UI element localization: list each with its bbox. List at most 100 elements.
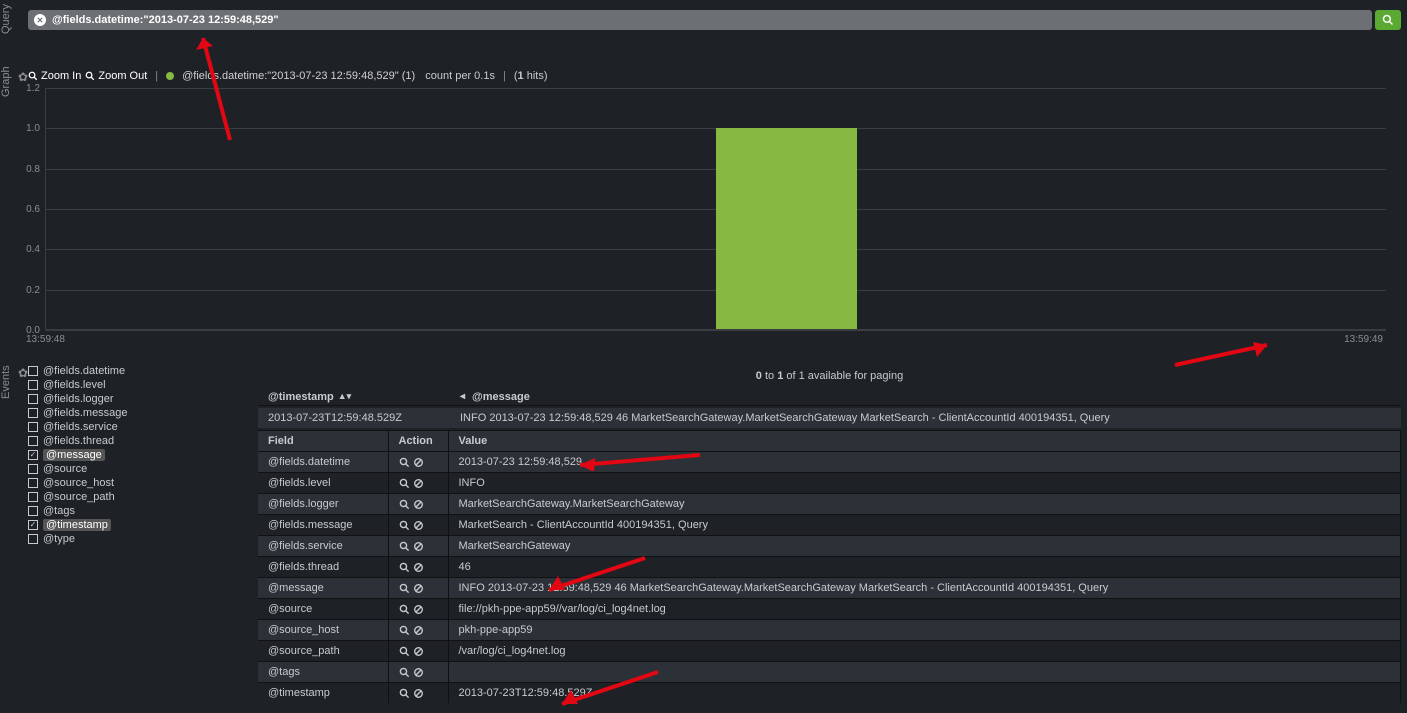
filter-out-icon[interactable] xyxy=(413,688,424,699)
filter-in-icon[interactable] xyxy=(399,499,410,510)
section-label-query[interactable]: Query xyxy=(0,6,14,34)
detail-value xyxy=(448,662,1401,683)
filter-in-icon[interactable] xyxy=(399,541,410,552)
filter-out-icon[interactable] xyxy=(413,562,424,573)
field-item[interactable]: ✓@timestamp xyxy=(28,518,253,532)
hits-label: (1 hits) xyxy=(514,70,548,82)
zoom-in-button[interactable]: Zoom In xyxy=(28,70,81,82)
checkbox-checked-icon[interactable]: ✓ xyxy=(28,450,38,460)
zoom-out-button[interactable]: Zoom Out xyxy=(85,70,147,82)
clear-query-icon[interactable]: ✕ xyxy=(34,14,46,26)
detail-row: @fields.datetime2013-07-23 12:59:48,529 xyxy=(258,452,1401,473)
field-name: @type xyxy=(43,533,75,545)
filter-out-icon[interactable] xyxy=(413,646,424,657)
filter-out-icon[interactable] xyxy=(413,520,424,531)
detail-row: @fields.messageMarketSearch - ClientAcco… xyxy=(258,515,1401,536)
filter-out-icon[interactable] xyxy=(413,541,424,552)
detail-field: @source xyxy=(258,599,388,620)
filter-in-icon[interactable] xyxy=(399,583,410,594)
filter-out-icon[interactable] xyxy=(413,625,424,636)
field-item[interactable]: @tags xyxy=(28,504,253,518)
field-name: @fields.datetime xyxy=(43,365,125,377)
events-histogram-chart[interactable]: 0.00.20.40.60.81.01.213:59:4813:59:49 xyxy=(18,85,1403,345)
detail-value: 2013-07-23T12:59:48.529Z xyxy=(448,683,1401,704)
detail-actions xyxy=(388,599,448,620)
filter-in-icon[interactable] xyxy=(399,478,410,489)
detail-row: @source_path/var/log/ci_log4net.log xyxy=(258,641,1401,662)
section-label-graph[interactable]: Graph xyxy=(0,66,14,98)
field-item[interactable]: ✓@message xyxy=(28,448,253,462)
detail-field: @source_path xyxy=(258,641,388,662)
filter-out-icon[interactable] xyxy=(413,604,424,615)
y-tick: 0.2 xyxy=(18,285,40,296)
detail-field: @fields.datetime xyxy=(258,452,388,473)
checkbox-icon[interactable] xyxy=(28,366,38,376)
field-item[interactable]: @type xyxy=(28,532,253,546)
filter-in-icon[interactable] xyxy=(399,646,410,657)
field-name: @source_host xyxy=(43,477,114,489)
event-row[interactable]: 2013-07-23T12:59:48.529Z INFO 2013-07-23… xyxy=(258,408,1401,428)
field-item[interactable]: @fields.service xyxy=(28,420,253,434)
checkbox-icon[interactable] xyxy=(28,534,38,544)
field-name: @fields.service xyxy=(43,421,118,433)
detail-field: @fields.message xyxy=(258,515,388,536)
field-item[interactable]: @fields.logger xyxy=(28,392,253,406)
detail-value: MarketSearchGateway.MarketSearchGateway xyxy=(448,494,1401,515)
detail-value: /var/log/ci_log4net.log xyxy=(448,641,1401,662)
filter-in-icon[interactable] xyxy=(399,604,410,615)
search-button[interactable] xyxy=(1375,10,1401,30)
detail-actions xyxy=(388,536,448,557)
section-label-events[interactable]: Events xyxy=(0,364,14,400)
detail-value: pkh-ppe-app59 xyxy=(448,620,1401,641)
field-item[interactable]: @fields.datetime xyxy=(28,364,253,378)
field-item[interactable]: @fields.thread xyxy=(28,434,253,448)
filter-out-icon[interactable] xyxy=(413,478,424,489)
detail-header-value: Value xyxy=(448,431,1401,452)
filter-in-icon[interactable] xyxy=(399,457,410,468)
checkbox-icon[interactable] xyxy=(28,492,38,502)
filter-in-icon[interactable] xyxy=(399,520,410,531)
filter-out-icon[interactable] xyxy=(413,583,424,594)
column-timestamp[interactable]: @timestamp ▲▾ xyxy=(258,388,450,405)
checkbox-checked-icon[interactable]: ✓ xyxy=(28,520,38,530)
events-gear-icon[interactable]: ✿ xyxy=(18,366,28,380)
checkbox-icon[interactable] xyxy=(28,506,38,516)
detail-actions xyxy=(388,662,448,683)
x-tick: 13:59:48 xyxy=(26,334,65,345)
filter-out-icon[interactable] xyxy=(413,499,424,510)
paging-status: 0 to 1 of 1 available for paging xyxy=(258,366,1401,386)
filter-in-icon[interactable] xyxy=(399,562,410,573)
field-name: @fields.level xyxy=(43,379,106,391)
field-name: @tags xyxy=(43,505,75,517)
checkbox-icon[interactable] xyxy=(28,464,38,474)
checkbox-icon[interactable] xyxy=(28,380,38,390)
field-item[interactable]: @source_host xyxy=(28,476,253,490)
filter-out-icon[interactable] xyxy=(413,457,424,468)
field-item[interactable]: @source_path xyxy=(28,490,253,504)
field-name: @source xyxy=(43,463,87,475)
column-message[interactable]: ◂ @message xyxy=(450,388,1401,405)
detail-field: @message xyxy=(258,578,388,599)
move-left-icon[interactable]: ◂ xyxy=(460,391,465,402)
checkbox-icon[interactable] xyxy=(28,478,38,488)
gear-icon[interactable]: ✿ xyxy=(18,70,28,84)
histogram-bar[interactable] xyxy=(716,128,857,329)
filter-in-icon[interactable] xyxy=(399,667,410,678)
detail-field: @tags xyxy=(258,662,388,683)
query-text[interactable]: @fields.datetime:"2013-07-23 12:59:48,52… xyxy=(52,14,1366,26)
filter-in-icon[interactable] xyxy=(399,625,410,636)
detail-field: @timestamp xyxy=(258,683,388,704)
field-name: @fields.thread xyxy=(43,435,114,447)
checkbox-icon[interactable] xyxy=(28,394,38,404)
checkbox-icon[interactable] xyxy=(28,408,38,418)
checkbox-icon[interactable] xyxy=(28,422,38,432)
detail-value: INFO xyxy=(448,473,1401,494)
filter-in-icon[interactable] xyxy=(399,688,410,699)
detail-value: MarketSearchGateway xyxy=(448,536,1401,557)
filter-out-icon[interactable] xyxy=(413,667,424,678)
field-item[interactable]: @source xyxy=(28,462,253,476)
field-item[interactable]: @fields.level xyxy=(28,378,253,392)
checkbox-icon[interactable] xyxy=(28,436,38,446)
query-input-container: ✕ @fields.datetime:"2013-07-23 12:59:48,… xyxy=(28,10,1372,30)
field-item[interactable]: @fields.message xyxy=(28,406,253,420)
